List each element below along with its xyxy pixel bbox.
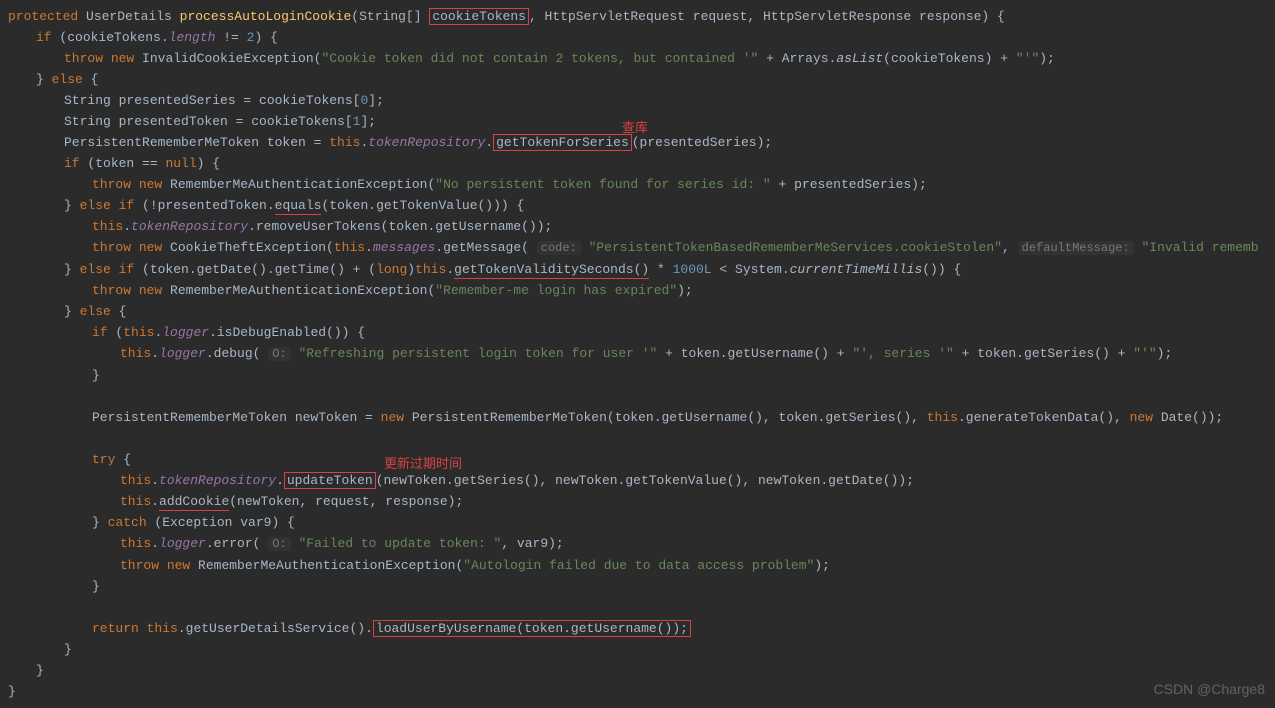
highlight-underline: addCookie: [159, 494, 229, 511]
highlight-underline: equals: [275, 198, 322, 215]
watermark: CSDN @Charge8: [1154, 679, 1265, 700]
code-line: }: [8, 660, 1275, 681]
code-line: throw new CookieTheftException(this.mess…: [8, 237, 1275, 259]
highlight-box: getTokenForSeries: [493, 134, 632, 151]
annotation-label: 查库: [622, 117, 648, 138]
code-line: protected UserDetails processAutoLoginCo…: [8, 6, 1275, 27]
param-hint: defaultMessage:: [1018, 241, 1134, 255]
code-line: throw new InvalidCookieException("Cookie…: [8, 48, 1275, 69]
code-line: } catch (Exception var9) {: [8, 512, 1275, 533]
highlight-box: loadUserByUsername(token.getUsername());: [373, 620, 691, 637]
code-line: if (cookieTokens.length != 2) {: [8, 27, 1275, 48]
code-line: } else {: [8, 301, 1275, 322]
param-hint: O:: [268, 347, 290, 361]
code-line: }: [8, 576, 1275, 597]
code-line: this.addCookie(newToken, request, respon…: [8, 491, 1275, 512]
code-line: this.logger.error( O: "Failed to update …: [8, 533, 1275, 555]
code-line: return this.getUserDetailsService().load…: [8, 618, 1275, 639]
param-hint: O:: [268, 537, 290, 551]
highlight-box: cookieTokens: [429, 8, 529, 25]
code-line: throw new RememberMeAuthenticationExcept…: [8, 280, 1275, 301]
code-line: throw new RememberMeAuthenticationExcept…: [8, 174, 1275, 195]
keyword: protected: [8, 9, 78, 24]
highlight-box: updateToken: [284, 472, 376, 489]
code-line: this.tokenRepository.removeUserTokens(to…: [8, 216, 1275, 237]
annotation-label: 更新过期时间: [384, 453, 462, 474]
code-line: this.tokenRepository.updateToken(newToke…: [8, 470, 1275, 491]
code-line: [8, 428, 1275, 449]
code-line: [8, 597, 1275, 618]
code-editor[interactable]: protected UserDetails processAutoLoginCo…: [8, 6, 1275, 702]
code-line: } else {: [8, 69, 1275, 90]
code-line: if (token == null) {: [8, 153, 1275, 174]
code-line: }: [8, 639, 1275, 660]
code-line: [8, 386, 1275, 407]
code-line: try {: [8, 449, 1275, 470]
method-name: processAutoLoginCookie: [180, 9, 352, 24]
code-line: } else if (!presentedToken.equals(token.…: [8, 195, 1275, 216]
code-line: PersistentRememberMeToken newToken = new…: [8, 407, 1275, 428]
code-line: throw new RememberMeAuthenticationExcept…: [8, 555, 1275, 576]
param-hint: code:: [537, 241, 581, 255]
code-line: String presentedSeries = cookieTokens[0]…: [8, 90, 1275, 111]
code-line: }: [8, 365, 1275, 386]
code-line: if (this.logger.isDebugEnabled()) {: [8, 322, 1275, 343]
code-line: this.logger.debug( O: "Refreshing persis…: [8, 343, 1275, 365]
highlight-underline: getTokenValiditySeconds(): [454, 262, 649, 279]
code-line: } else if (token.getDate().getTime() + (…: [8, 259, 1275, 280]
